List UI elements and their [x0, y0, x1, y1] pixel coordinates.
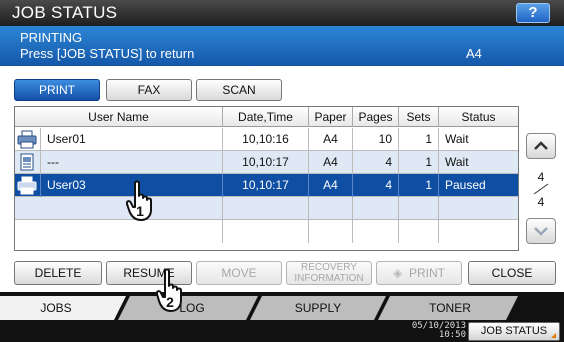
table-row-empty	[15, 220, 518, 243]
job-status: Wait	[445, 132, 469, 146]
help-button[interactable]: ?	[516, 3, 550, 23]
close-label: CLOSE	[491, 266, 533, 280]
job-sets: 1	[399, 128, 439, 151]
job-datetime: 10,10:16	[223, 128, 309, 151]
column-header-status: Status	[461, 110, 496, 124]
tab-fax[interactable]: FAX	[106, 79, 192, 101]
column-header-user: User Name	[15, 107, 223, 127]
table-row[interactable]: User01 10,10:16 A4 10 1 Wait	[15, 128, 518, 151]
time-display: 10:50	[438, 330, 466, 340]
job-paper: A4	[309, 128, 353, 151]
recovery-information-button[interactable]: RECOVERY INFORMATION	[286, 261, 372, 285]
instruction-message: Press [JOB STATUS] to return	[20, 46, 195, 61]
current-page: 4	[537, 170, 545, 184]
job-paper: A4	[309, 151, 353, 174]
table-header: User Name Date,Time Paper Pages Sets Sta…	[15, 107, 518, 127]
tab-jobs[interactable]: JOBS	[16, 296, 96, 320]
status-message: PRINTING	[20, 30, 83, 45]
job-user: ---	[41, 151, 223, 174]
job-sets: 1	[399, 151, 439, 174]
job-status: Wait	[445, 155, 469, 169]
paper-size-indicator: A4	[466, 46, 482, 61]
job-list-table: User Name Date,Time Paper Pages Sets Sta…	[14, 106, 519, 251]
callout-hand-icon: 1	[126, 180, 152, 221]
table-row-empty	[15, 197, 518, 220]
job-datetime: 10,10:17	[223, 151, 309, 174]
total-pages: 4	[537, 195, 545, 209]
clock: 05/10/2013 10:50	[406, 322, 466, 340]
callout-hand-icon: 2	[156, 268, 182, 312]
column-header-pages: Pages	[353, 107, 399, 127]
delete-label: DELETE	[34, 266, 82, 280]
job-pages: 4	[353, 174, 399, 197]
callout-number: 1	[136, 203, 144, 219]
scroll-up-button[interactable]	[526, 133, 556, 159]
job-user: User01	[41, 128, 223, 151]
job-sets: 1	[399, 174, 439, 197]
tab-toner[interactable]: TONER	[410, 296, 490, 320]
recovery-label-line2: INFORMATION	[294, 273, 364, 284]
print-label: PRINT	[408, 266, 445, 280]
callout-number: 2	[166, 294, 174, 310]
document-icon	[20, 153, 34, 171]
page-title: JOB STATUS	[12, 3, 118, 22]
print-button[interactable]: ◈ PRINT	[376, 261, 462, 285]
job-pages: 10	[353, 128, 399, 151]
page-divider	[533, 183, 549, 195]
chevron-down-icon	[534, 227, 548, 236]
title-bar: JOB STATUS ?	[0, 0, 564, 26]
job-status-button[interactable]: JOB STATUS	[468, 322, 560, 341]
printer-icon	[17, 176, 37, 195]
job-status-label: JOB STATUS	[480, 325, 548, 337]
column-header-datetime: Date,Time	[223, 107, 309, 127]
table-row[interactable]: --- 10,10:17 A4 4 1 Wait	[15, 151, 518, 174]
move-label: MOVE	[221, 266, 257, 280]
corner-triangle-icon	[551, 333, 556, 338]
job-paper: A4	[309, 174, 353, 197]
chevron-up-icon	[534, 141, 548, 150]
close-button[interactable]: CLOSE	[468, 261, 556, 285]
tab-scan[interactable]: SCAN	[196, 79, 282, 101]
job-status: Paused	[445, 178, 486, 192]
job-datetime: 10,10:17	[223, 174, 309, 197]
diamond-icon: ◈	[393, 266, 403, 280]
tab-print[interactable]: PRINT	[14, 79, 100, 101]
column-header-paper: Paper	[309, 107, 353, 127]
job-pages: 4	[353, 151, 399, 174]
scroll-down-button[interactable]	[526, 218, 556, 244]
message-bar: PRINTING Press [JOB STATUS] to return A4	[0, 26, 564, 66]
column-header-sets: Sets	[399, 107, 439, 127]
table-row-selected[interactable]: User03 10,10:17 A4 4 1 Paused	[15, 174, 518, 197]
tab-supply[interactable]: SUPPLY	[278, 296, 358, 320]
move-button[interactable]: MOVE	[196, 261, 282, 285]
delete-button[interactable]: DELETE	[14, 261, 102, 285]
recovery-label-line1: RECOVERY	[301, 262, 357, 273]
printer-icon	[17, 130, 37, 149]
